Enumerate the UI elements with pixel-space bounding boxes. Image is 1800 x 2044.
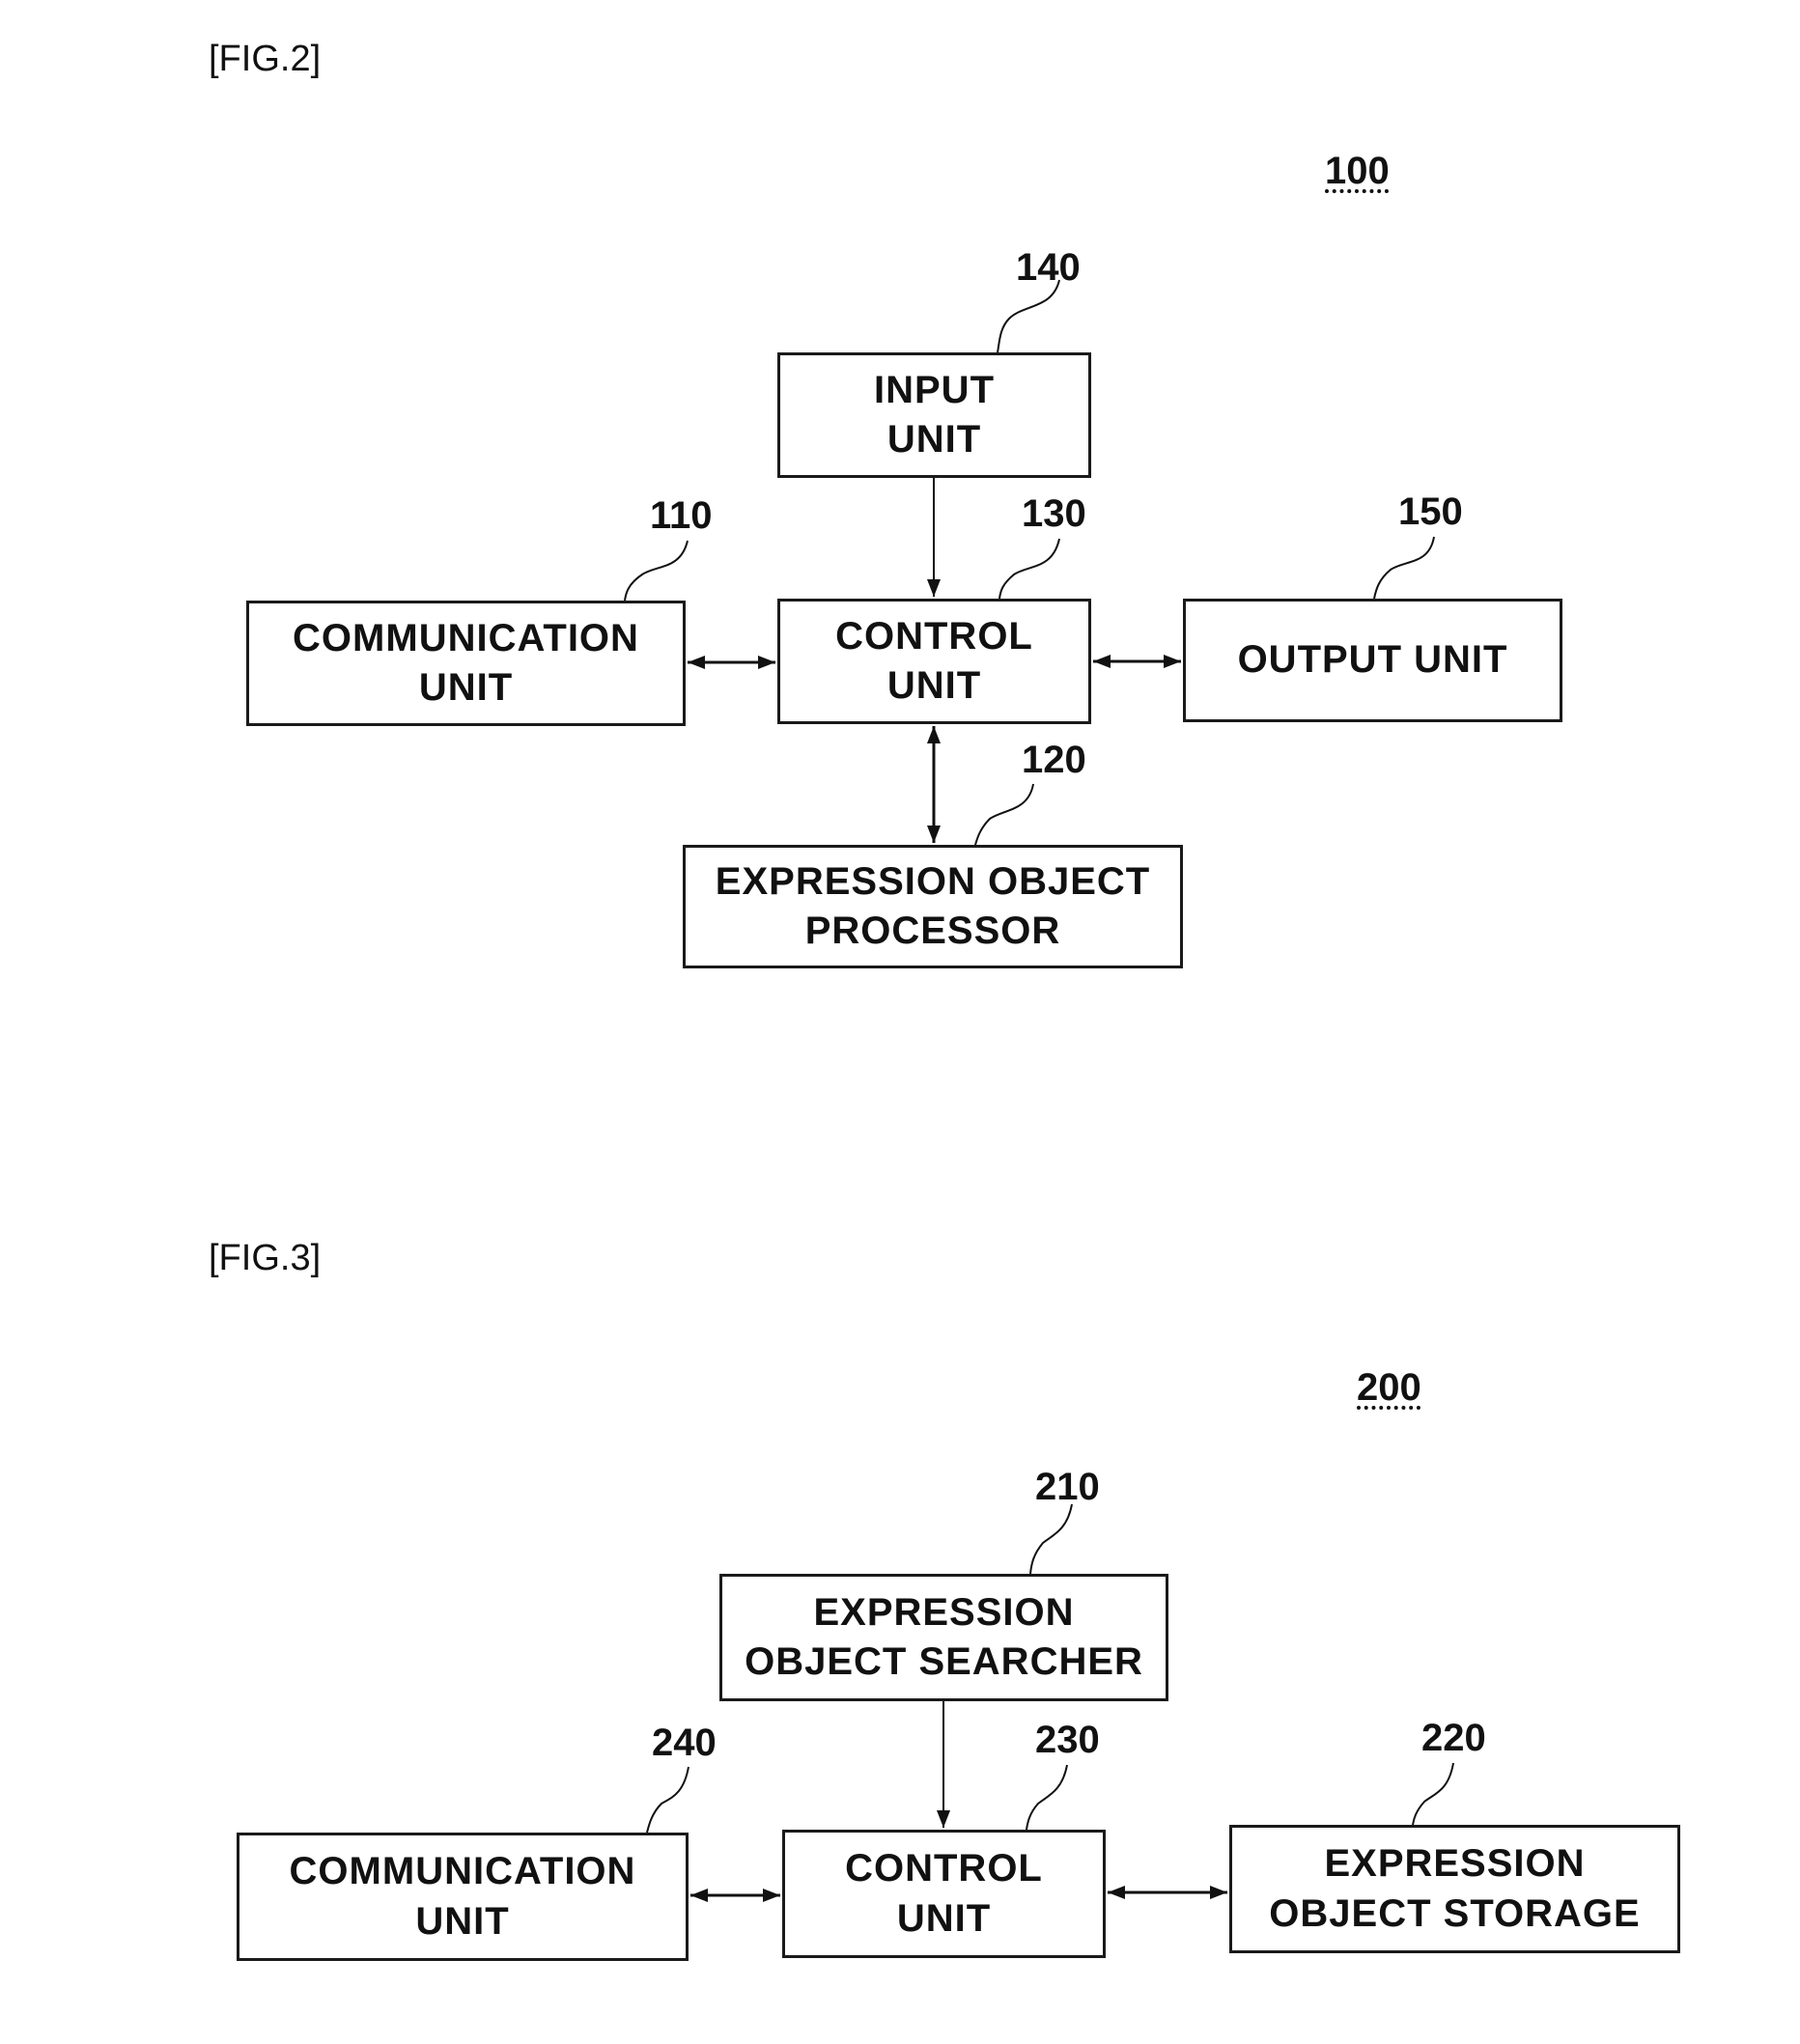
leader-120 [974,783,1034,846]
leader-110 [624,540,689,602]
leader-220 [1412,1762,1454,1826]
leader-150 [1373,536,1435,600]
leader-140 [997,279,1060,353]
leader-240 [646,1766,689,1834]
leader-230 [1026,1764,1068,1831]
diagram-connectors [624,279,1454,1902]
leader-130 [998,538,1060,600]
leader-210 [1029,1503,1073,1575]
